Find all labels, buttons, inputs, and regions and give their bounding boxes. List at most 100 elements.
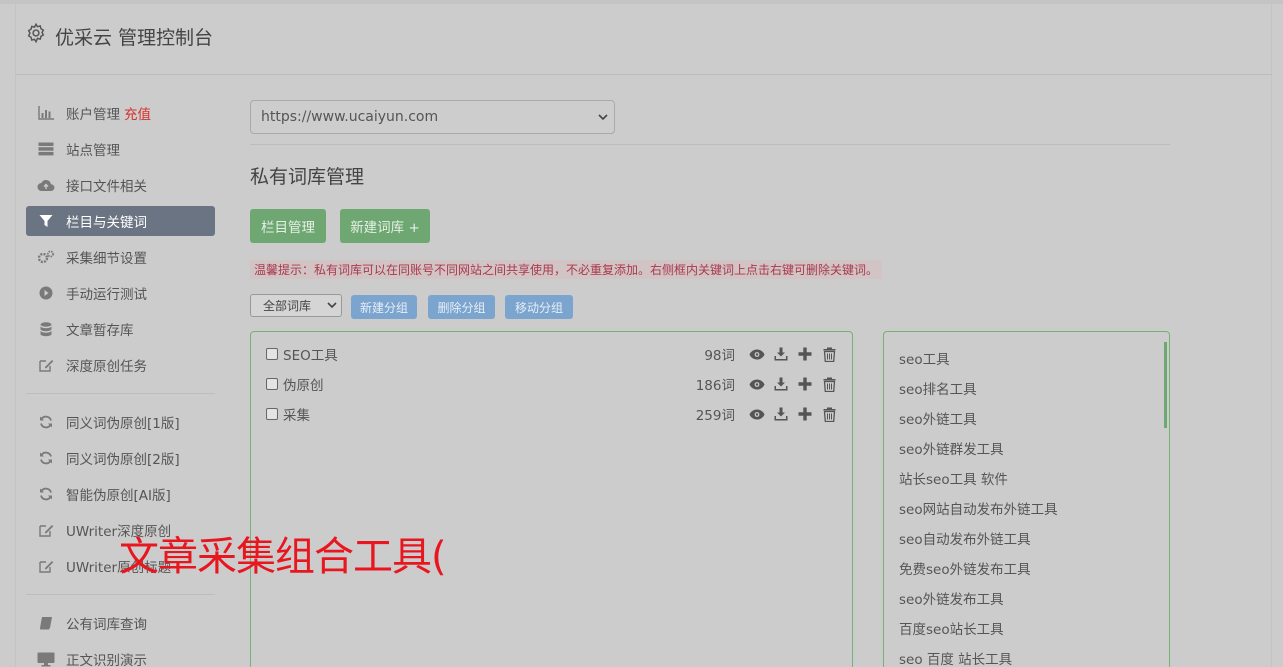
download-icon[interactable] (769, 407, 793, 421)
library-count: 186词 (695, 378, 735, 394)
divider (250, 144, 1170, 145)
sidebar-item-label: 栏目与关键词 (66, 215, 147, 231)
move-group-button[interactable]: 移动分组 (505, 295, 573, 319)
sidebar-item-label: 同义词伪原创[2版] (66, 452, 180, 468)
keyword-scrollbar[interactable] (1164, 342, 1167, 428)
sidebar-item-account[interactable]: 账户管理 充值 (26, 98, 215, 128)
sidebar-item-label: 采集细节设置 (66, 251, 147, 267)
sidebar-item-columns-keywords[interactable]: 栏目与关键词 (26, 206, 215, 236)
column-manage-button[interactable]: 栏目管理 (250, 209, 326, 243)
library-row: 伪原创 186词 (266, 373, 841, 395)
sidebar-item-synonym-v1[interactable]: 同义词伪原创[1版] (26, 407, 215, 437)
cogs-icon (26, 250, 66, 264)
page-title: 私有词库管理 (250, 166, 365, 188)
sidebar-item-manual-run[interactable]: 手动运行测试 (26, 278, 215, 308)
sidebar-item-label: 手动运行测试 (66, 287, 147, 303)
keyword-item[interactable]: 站长seo工具 软件 (899, 468, 1008, 488)
refresh-icon (26, 487, 66, 501)
server-icon (26, 142, 66, 156)
sidebar-item-sites[interactable]: 站点管理 (26, 134, 215, 164)
sidebar-divider (26, 594, 215, 595)
database-icon (26, 321, 66, 337)
site-select[interactable]: https://www.ucaiyun.com (250, 100, 615, 134)
sidebar-item-ai-rewrite[interactable]: 智能伪原创[AI版] (26, 479, 215, 509)
page-header: 优采云 管理控制台 (15, 4, 1272, 75)
keyword-item[interactable]: seo工具 (899, 348, 950, 368)
sidebar-item-collect-settings[interactable]: 采集细节设置 (26, 242, 215, 272)
bar-chart-icon (26, 106, 66, 120)
library-count: 259词 (695, 408, 735, 424)
download-icon[interactable] (769, 377, 793, 391)
keyword-item[interactable]: seo外链发布工具 (899, 588, 1004, 608)
sidebar-item-public-library[interactable]: 公有词库查询 (26, 608, 215, 638)
new-group-button[interactable]: 新建分组 (351, 295, 417, 319)
keyword-list-panel: seo工具 seo排名工具 seo外链工具 seo外链群发工具 站长seo工具 … (883, 331, 1170, 667)
edit-icon (26, 358, 66, 372)
sidebar-item-article-storage[interactable]: 文章暂存库 (26, 314, 215, 344)
chevron-down-icon (327, 302, 337, 309)
plus-icon[interactable] (793, 377, 817, 391)
sidebar-item-label: 智能伪原创[AI版] (66, 488, 171, 504)
sidebar-item-deep-original[interactable]: 深度原创任务 (26, 350, 215, 380)
sidebar-item-label: 接口文件相关 (66, 179, 147, 195)
cloud-upload-icon (26, 178, 66, 192)
library-list-panel: SEO工具 98词 伪原创 186词 采集 259词 (250, 331, 853, 667)
sidebar-item-synonym-v2[interactable]: 同义词伪原创[2版] (26, 443, 215, 473)
keyword-item[interactable]: 免费seo外链发布工具 (899, 558, 1031, 578)
play-circle-icon (26, 286, 66, 300)
app-title: 优采云 管理控制台 (55, 27, 214, 49)
sidebar-item-label: 站点管理 (66, 143, 120, 159)
trash-icon[interactable] (817, 407, 841, 422)
library-name[interactable]: 采集 (283, 404, 675, 424)
eye-icon[interactable] (745, 379, 769, 390)
library-name[interactable]: SEO工具 (283, 344, 675, 364)
refresh-icon (26, 451, 66, 465)
gear-icon (27, 22, 45, 44)
library-row: 采集 259词 (266, 403, 841, 425)
edit-icon (26, 523, 66, 537)
keyword-item[interactable]: seo自动发布外链工具 (899, 528, 1031, 548)
sidebar-item-label: 深度原创任务 (66, 359, 147, 375)
new-library-button[interactable]: 新建词库 + (340, 209, 430, 243)
sidebar-item-label: 账户管理 (66, 107, 120, 123)
library-count: 98词 (704, 348, 735, 364)
library-checkbox[interactable] (266, 348, 278, 360)
eye-icon[interactable] (745, 349, 769, 360)
tip-notice: 温馨提示：私有词库可以在同账号不同网站之间共享使用，不必重复添加。右侧框内关键词… (250, 260, 883, 279)
refresh-icon (26, 415, 66, 429)
sidebar-item-label: 正文识别演示 (66, 653, 147, 667)
keyword-item[interactable]: seo外链群发工具 (899, 438, 1004, 458)
group-select-value: 全部词库 (263, 299, 312, 313)
chevron-down-icon (598, 114, 608, 121)
trash-icon[interactable] (817, 377, 841, 392)
eye-icon[interactable] (745, 409, 769, 420)
library-name[interactable]: 伪原创 (283, 374, 675, 394)
book-icon (26, 616, 66, 630)
overlay-watermark-text: 文章采集组合工具( (119, 534, 447, 580)
sidebar-divider (26, 393, 215, 394)
plus-icon[interactable] (793, 347, 817, 361)
library-row: SEO工具 98词 (266, 343, 841, 365)
sidebar-item-label: 公有词库查询 (66, 617, 147, 633)
delete-group-button[interactable]: 删除分组 (428, 295, 495, 319)
filter-icon (26, 214, 66, 228)
library-checkbox[interactable] (266, 408, 278, 420)
site-select-value: https://www.ucaiyun.com (261, 109, 439, 125)
recharge-link[interactable]: 充值 (124, 103, 151, 123)
plus-icon[interactable] (793, 407, 817, 421)
download-icon[interactable] (769, 347, 793, 361)
group-select[interactable]: 全部词库 (250, 294, 342, 317)
keyword-item[interactable]: seo网站自动发布外链工具 (899, 498, 1058, 518)
edit-icon (26, 559, 66, 573)
trash-icon[interactable] (817, 347, 841, 362)
keyword-item[interactable]: seo外链工具 (899, 408, 977, 428)
sidebar-item-label: 文章暂存库 (66, 323, 134, 339)
sidebar-item-label: 同义词伪原创[1版] (66, 416, 180, 432)
keyword-item[interactable]: 百度seo站长工具 (899, 618, 1004, 638)
monitor-icon (26, 652, 66, 667)
sidebar-item-interface-files[interactable]: 接口文件相关 (26, 170, 215, 200)
keyword-item[interactable]: seo 百度 站长工具 (899, 648, 1012, 667)
keyword-item[interactable]: seo排名工具 (899, 378, 977, 398)
sidebar-item-text-recognition[interactable]: 正文识别演示 (26, 644, 215, 667)
library-checkbox[interactable] (266, 378, 278, 390)
